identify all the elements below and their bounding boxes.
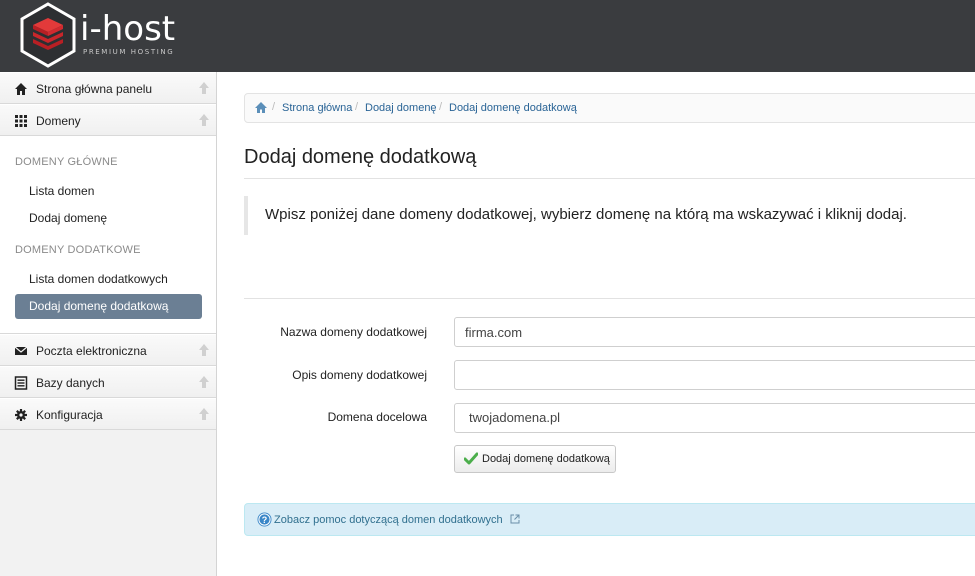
divider <box>244 178 975 179</box>
breadcrumb-separator: / <box>272 101 276 113</box>
submenu-item-lista-domen-dodatkowych[interactable]: Lista domen dodatkowych <box>15 267 202 292</box>
grid-icon <box>15 115 27 127</box>
sidebar: Strona główna panelu Domeny DOMENY GŁÓWN… <box>0 72 217 576</box>
breadcrumb-separator: / <box>439 101 443 113</box>
list-icon <box>14 376 28 390</box>
domain-name-input[interactable] <box>454 317 975 347</box>
envelope-icon <box>14 346 28 355</box>
breadcrumb-link-strona-glowna[interactable]: Strona główna <box>282 102 352 114</box>
svg-text:?: ? <box>262 515 268 525</box>
home-icon[interactable] <box>254 101 268 114</box>
domain-name-label: Nazwa domeny dodatkowej <box>280 325 427 339</box>
collapse-arrow-icon <box>199 114 209 126</box>
collapse-arrow-icon <box>199 376 209 388</box>
sidebar-item-label: Domeny <box>36 114 81 128</box>
help-question-icon: ? <box>257 512 272 527</box>
external-link-icon <box>510 514 520 524</box>
description-label: Opis domeny dodatkowej <box>292 368 427 382</box>
home-icon <box>15 83 27 95</box>
page-title: Dodaj domenę dodatkową <box>244 146 477 168</box>
divider <box>244 298 975 299</box>
checkmark-icon <box>464 452 478 465</box>
site-logo[interactable]: i-host PREMIUM HOSTING <box>17 2 177 68</box>
top-header: i-host PREMIUM HOSTING <box>0 0 975 72</box>
target-domain-select[interactable]: twojadomena.pl <box>454 403 975 433</box>
breadcrumb: / Strona główna / Dodaj domenę / Dodaj d… <box>244 93 975 123</box>
main-content: / Strona główna / Dodaj domenę / Dodaj d… <box>217 72 975 576</box>
target-domain-value: twojadomena.pl <box>469 410 561 425</box>
sidebar-item-home[interactable]: Strona główna panelu <box>0 72 216 104</box>
submenu-item-lista-domen[interactable]: Lista domen <box>15 179 202 204</box>
add-additional-domain-button-label: Dodaj domenę dodatkową <box>482 453 610 465</box>
stacked-layers-hexagon-logo-icon <box>20 2 76 68</box>
sidebar-item-konfiguracja[interactable]: Konfiguracja <box>0 398 216 430</box>
instructions-text: Wpisz poniżej dane domeny dodatkowej, wy… <box>244 196 975 235</box>
section-title-domeny-glowne: DOMENY GŁÓWNE <box>15 156 118 168</box>
domeny-submenu: DOMENY GŁÓWNE Lista domen Dodaj domenę D… <box>0 136 216 334</box>
section-title-domeny-dodatkowe: DOMENY DODATKOWE <box>15 244 141 256</box>
sidebar-item-label: Strona główna panelu <box>36 82 153 96</box>
help-link[interactable]: Zobacz pomoc dotyczącą domen dodatkowych <box>274 514 503 526</box>
logo-tagline: PREMIUM HOSTING <box>83 48 175 56</box>
breadcrumb-link-dodaj-domene[interactable]: Dodaj domenę <box>365 102 437 114</box>
add-additional-domain-button[interactable]: Dodaj domenę dodatkową <box>454 445 616 473</box>
sidebar-item-domeny[interactable]: Domeny <box>0 104 216 136</box>
submenu-item-dodaj-domene-dodatkowa[interactable]: Dodaj domenę dodatkową <box>15 294 202 319</box>
target-domain-label: Domena docelowa <box>327 410 427 424</box>
breadcrumb-current[interactable]: Dodaj domenę dodatkową <box>449 102 577 114</box>
collapse-arrow-icon <box>199 82 209 94</box>
description-input[interactable] <box>454 360 975 390</box>
breadcrumb-separator: / <box>355 101 359 113</box>
collapse-arrow-icon <box>199 408 209 420</box>
sidebar-item-label: Konfiguracja <box>36 408 103 422</box>
submenu-item-dodaj-domene[interactable]: Dodaj domenę <box>15 206 202 231</box>
logo-wordmark: i-host <box>80 9 176 49</box>
sidebar-item-label: Bazy danych <box>36 376 105 390</box>
collapse-arrow-icon <box>199 344 209 356</box>
help-info-bar: ? Zobacz pomoc dotyczącą domen dodatkowy… <box>244 503 975 536</box>
sidebar-item-poczta[interactable]: Poczta elektroniczna <box>0 334 216 366</box>
sidebar-item-bazy-danych[interactable]: Bazy danych <box>0 366 216 398</box>
sidebar-item-label: Poczta elektroniczna <box>36 344 147 358</box>
gear-icon <box>15 409 27 421</box>
